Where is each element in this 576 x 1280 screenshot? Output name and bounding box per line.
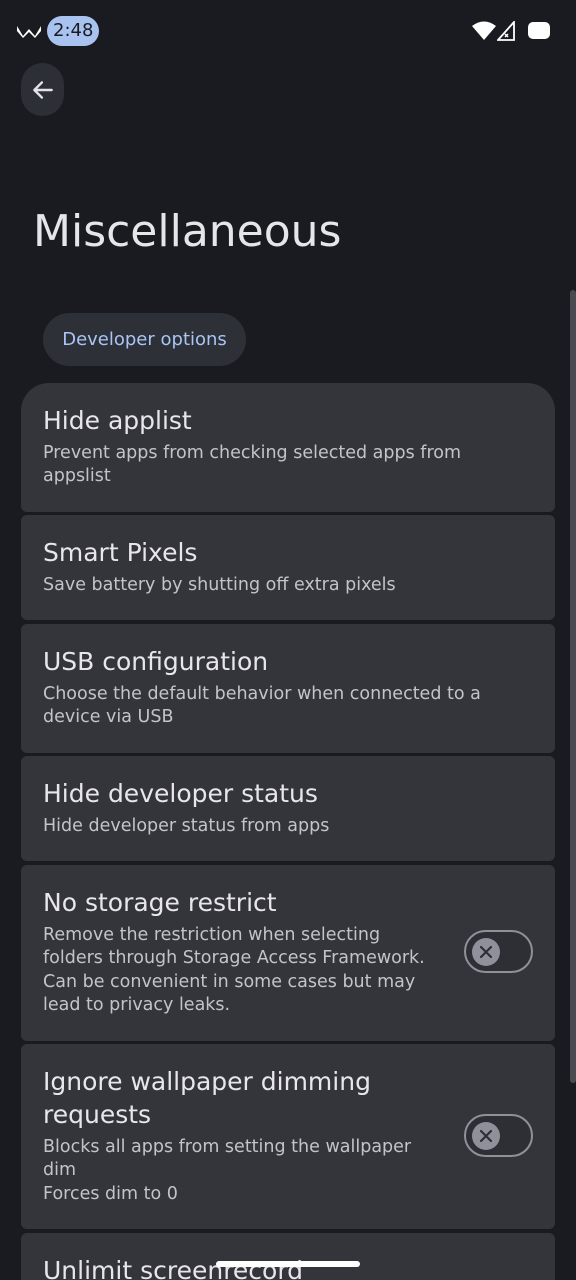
setting-no-storage-restrict[interactable]: No storage restrict Remove the restricti… [21,865,555,1041]
ignore-wallpaper-dimming-toggle[interactable] [464,1114,533,1157]
setting-description: dim [43,1160,77,1180]
status-bar: 2:48 [0,0,576,62]
setting-description: device via USB [43,707,174,727]
setting-hide-developer-status[interactable]: Hide developer status Hide developer sta… [21,756,555,861]
close-icon [479,1129,493,1143]
setting-smart-pixels[interactable]: Smart Pixels Save battery by shutting of… [21,515,555,620]
close-icon [479,945,493,959]
setting-title: Hide developer status [43,779,318,808]
setting-title: No storage restrict [43,888,277,917]
setting-description: Choose the default behavior when connect… [43,684,481,704]
setting-title: Hide applist [43,406,192,435]
setting-ignore-wallpaper-dimming[interactable]: Ignore wallpaper dimming requests Blocks… [21,1044,555,1229]
clock-time: 2:48 [47,16,100,46]
signal-icon [497,21,515,41]
gesture-navigation-bar[interactable] [216,1261,360,1267]
setting-title: requests [43,1100,152,1129]
setting-description: Blocks all apps from setting the wallpap… [43,1137,412,1157]
setting-description: Forces dim to 0 [43,1184,178,1204]
setting-description: Hide developer status from apps [43,816,330,836]
arrow-left-icon [32,80,53,99]
setting-usb-configuration[interactable]: USB configuration Choose the default beh… [21,624,555,753]
setting-title: Smart Pixels [43,538,198,567]
battery-icon [528,22,550,39]
setting-description: lead to privacy leaks. [43,995,231,1015]
developer-options-chip[interactable]: Developer options [43,313,246,366]
no-storage-restrict-toggle[interactable] [464,930,533,973]
setting-title: Unlimit screenrecord [43,1256,304,1280]
setting-description: folders through Storage Access Framework… [43,948,425,968]
toggle-thumb [472,1122,500,1150]
setting-unlimit-screenrecord[interactable]: Unlimit screenrecord [21,1233,555,1280]
setting-description: Prevent apps from checking selected apps… [43,443,462,463]
page-title: Miscellaneous [33,206,342,257]
setting-title: USB configuration [43,647,269,676]
setting-description: Can be convenient in some cases but may [43,972,416,992]
setting-description: appslist [43,466,111,486]
toggle-thumb [472,938,500,966]
setting-description: Remove the restriction when selecting [43,925,381,945]
setting-hide-applist[interactable]: Hide applist Prevent apps from checking … [21,383,555,512]
carrier-icon [17,26,41,38]
setting-title: Ignore wallpaper dimming [43,1067,371,1096]
wifi-icon [472,21,496,40]
scrollbar[interactable] [570,290,576,1083]
back-button[interactable] [21,63,64,116]
setting-description: Save battery by shutting off extra pixel… [43,575,396,595]
